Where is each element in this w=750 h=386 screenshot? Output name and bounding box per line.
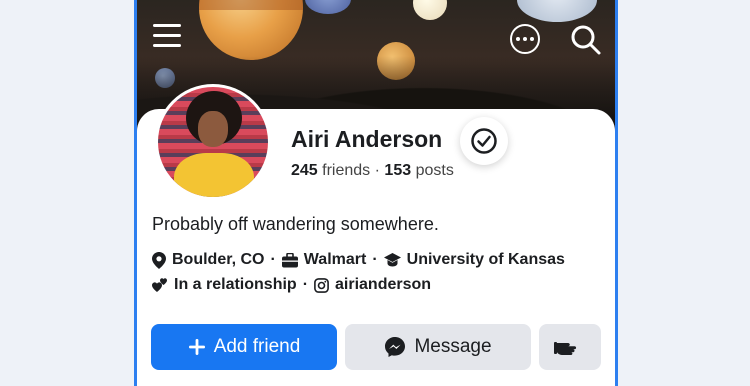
friends-label[interactable]: friends: [322, 162, 370, 179]
profile-screen: Airi Anderson 245 friends · 153 posts Pr…: [134, 0, 618, 386]
intro-row-secondary: In a relationship · airianderson: [152, 276, 431, 294]
map-pin-icon: [152, 251, 166, 269]
relationship-text: In a relationship: [174, 276, 297, 293]
instagram-icon: [314, 277, 329, 293]
add-friend-label: Add friend: [213, 336, 301, 357]
info-separator: ·: [302, 276, 309, 293]
search-icon[interactable]: [569, 23, 603, 57]
cover-planet: [413, 0, 447, 20]
info-separator: ·: [372, 251, 378, 268]
more-options-icon[interactable]: [510, 24, 540, 54]
messenger-icon: [385, 337, 406, 357]
education-text[interactable]: University of Kansas: [407, 251, 565, 269]
stats-separator: ·: [374, 162, 380, 179]
profile-name: Airi Anderson: [291, 126, 443, 152]
add-friend-button[interactable]: Add friend: [151, 324, 337, 370]
cover-planet: [199, 0, 303, 60]
cover-planet: [305, 0, 351, 14]
message-label: Message: [414, 336, 492, 357]
intro-row-primary: Boulder, CO · Walmart · University of Ka…: [152, 251, 565, 269]
posts-label[interactable]: posts: [416, 162, 454, 179]
poke-hand-icon: [554, 342, 577, 355]
profile-stats: 245 friends · 153 posts: [291, 162, 454, 180]
cover-planet: [517, 0, 597, 22]
info-separator: ·: [270, 251, 276, 268]
hamburger-menu-icon[interactable]: [153, 24, 181, 48]
message-button[interactable]: Message: [345, 324, 531, 370]
hearts-icon: [152, 277, 167, 292]
instagram-handle[interactable]: airianderson: [335, 276, 431, 294]
verified-check-icon: [460, 117, 508, 165]
briefcase-icon: [281, 252, 298, 267]
avatar[interactable]: [155, 84, 271, 200]
poke-button[interactable]: [539, 324, 601, 370]
plus-icon: [188, 339, 205, 355]
friends-count[interactable]: 245: [291, 162, 318, 179]
profile-bio: Probably off wandering somewhere.: [152, 214, 439, 234]
graduation-cap-icon: [383, 253, 401, 267]
workplace-text[interactable]: Walmart: [304, 251, 367, 269]
posts-count[interactable]: 153: [384, 162, 411, 179]
location-text: Boulder, CO: [172, 251, 265, 268]
